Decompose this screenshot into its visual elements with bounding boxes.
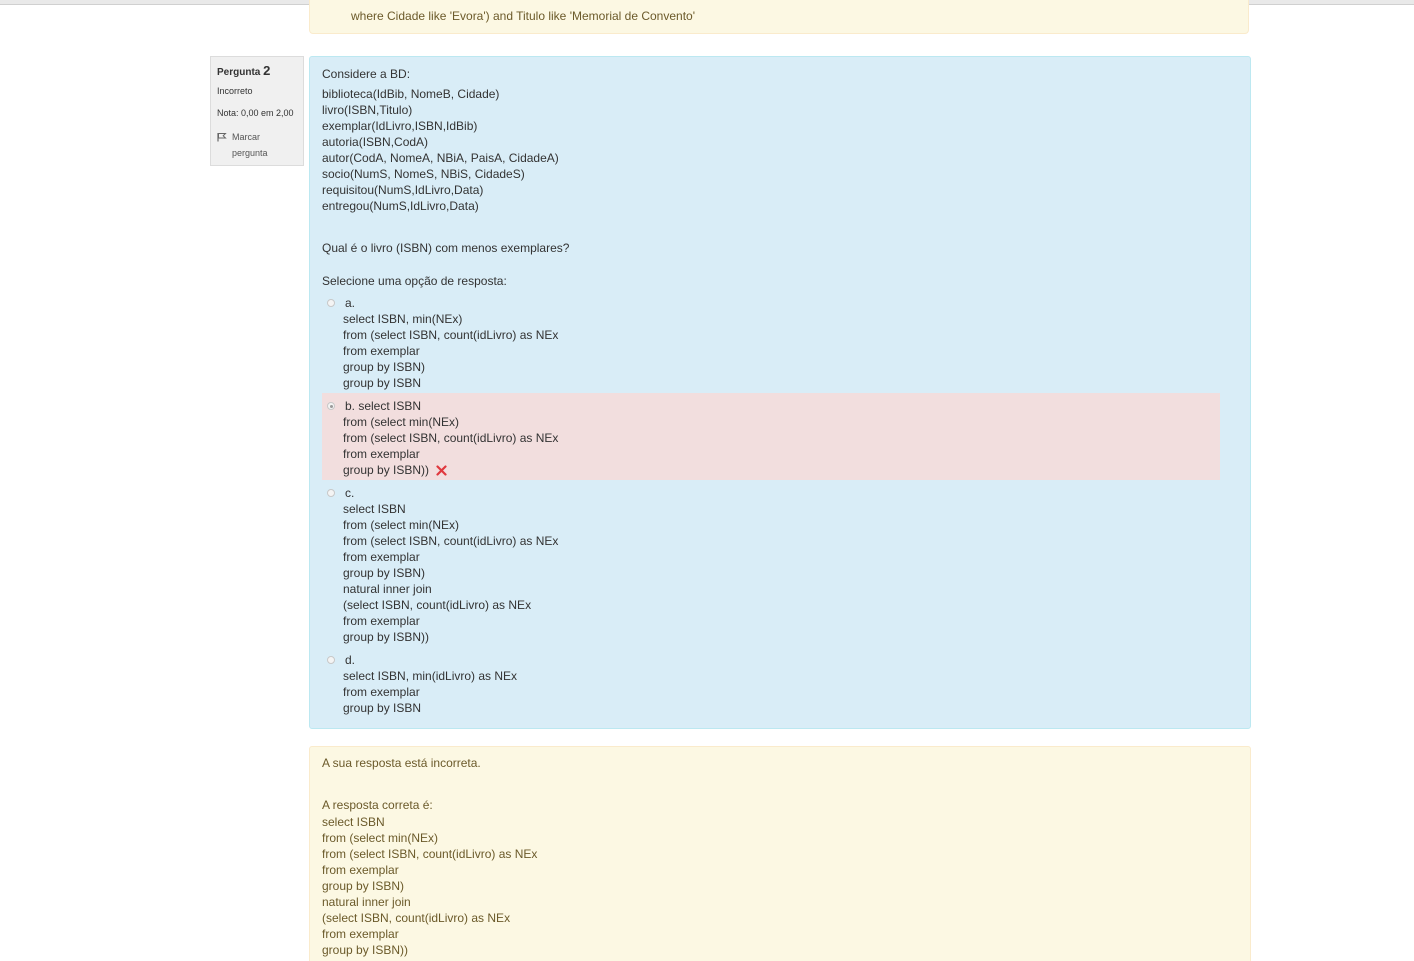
schema-line: autoria(ISBN,CodA)	[322, 135, 429, 149]
schema-line: socio(NumS, NomeS, NBiS, CidadeS)	[322, 167, 525, 181]
option-line: select ISBN, min(idLivro) as NEx	[343, 669, 518, 683]
question-state: Incorreto	[217, 86, 253, 96]
incorrect-x-icon	[436, 465, 447, 476]
question-intro: Considere a BD:	[322, 67, 411, 81]
option-line: from exemplar	[343, 550, 420, 564]
flag-label-line1: Marcar	[232, 132, 261, 142]
option-line: from (select min(NEx)	[343, 415, 460, 429]
option-line: group by ISBN)	[343, 360, 426, 374]
option-line: b. select ISBN	[345, 399, 422, 413]
right-answer-title: A resposta correta é:	[322, 798, 433, 812]
question-label: Pergunta	[217, 67, 261, 78]
schema-line: requisitou(NumS,IdLivro,Data)	[322, 183, 484, 197]
option-line: a.	[345, 296, 356, 310]
option-line: from (select ISBN, count(idLivro) as NEx	[343, 328, 559, 342]
answer-instruction: Selecione uma opção de resposta:	[322, 274, 507, 288]
option-line: c.	[345, 486, 355, 500]
right-answer-line: from exemplar	[322, 927, 399, 941]
right-answer-line: group by ISBN)	[322, 879, 405, 893]
option-line: group by ISBN))	[343, 463, 430, 477]
question-prompt-text: Qual é o livro (ISBN) com menos exemplar…	[322, 241, 570, 255]
option-line: (select ISBN, count(idLivro) as NEx	[343, 598, 532, 612]
question-info-panel: Pergunta 2 Incorreto Nota: 0,00 em 2,00 …	[210, 56, 304, 166]
option-line: group by ISBN)	[343, 566, 426, 580]
radio-option-d[interactable]	[327, 656, 335, 664]
option-line: from exemplar	[343, 685, 420, 699]
previous-question-feedback: where Cidade like 'Evora') and Titulo li…	[309, 0, 1249, 34]
question-outcome-feedback: A sua resposta está incorreta. A respost…	[309, 746, 1251, 961]
radio-option-c[interactable]	[327, 489, 335, 497]
schema-line: exemplar(IdLivro,ISBN,IdBib)	[322, 119, 478, 133]
flag-label-line2: pergunta	[232, 148, 268, 158]
option-line: from (select min(NEx)	[343, 518, 460, 532]
option-line: from exemplar	[343, 614, 420, 628]
option-line: from (select ISBN, count(idLivro) as NEx	[343, 534, 559, 548]
answer-option-b[interactable]: b. select ISBN from (select min(NEx) fro…	[322, 393, 1220, 480]
right-answer-line: from (select min(NEx)	[322, 831, 439, 845]
answer-option-c[interactable]: c. select ISBN from (select min(NEx) fro…	[322, 485, 1220, 645]
option-line: from exemplar	[343, 344, 420, 358]
schema-line: entregou(NumS,IdLivro,Data)	[322, 199, 479, 213]
right-answer-line: natural inner join	[322, 895, 411, 909]
right-answer-line: group by ISBN))	[322, 943, 409, 957]
answer-option-d[interactable]: d. select ISBN, min(idLivro) as NEx from…	[322, 652, 1220, 716]
option-line: group by ISBN))	[343, 630, 430, 644]
option-line: from exemplar	[343, 447, 420, 461]
radio-option-b[interactable]	[327, 402, 335, 410]
option-line: group by ISBN	[343, 376, 422, 390]
flag-question-link[interactable]: Marcar pergunta	[217, 129, 297, 161]
schema-line: biblioteca(IdBib, NomeB, Cidade)	[322, 87, 500, 101]
question-number-value: 2	[263, 63, 271, 78]
option-line: d.	[345, 653, 356, 667]
radio-option-a[interactable]	[327, 299, 335, 307]
previous-feedback-line: where Cidade like 'Evora') and Titulo li…	[351, 9, 695, 23]
right-answer-line: from exemplar	[322, 863, 399, 877]
right-answer-line: (select ISBN, count(idLivro) as NEx	[322, 911, 511, 925]
schema-line: autor(CodA, NomeA, NBiA, PaisA, CidadeA)	[322, 151, 559, 165]
question-grade: Nota: 0,00 em 2,00	[217, 108, 294, 118]
option-line: group by ISBN	[343, 701, 422, 715]
option-line: natural inner join	[343, 582, 432, 596]
schema-line: livro(ISBN,Titulo)	[322, 103, 413, 117]
right-answer-text: select ISBN from (select min(NEx) from (…	[322, 814, 537, 958]
option-line: from (select ISBN, count(idLivro) as NEx	[343, 431, 559, 445]
quiz-review-page: where Cidade like 'Evora') and Titulo li…	[0, 0, 1414, 961]
question-number: Pergunta 2	[217, 63, 297, 78]
right-answer-line: from (select ISBN, count(idLivro) as NEx	[322, 847, 538, 861]
right-answer-line: select ISBN	[322, 815, 385, 829]
question-text-block: Considere a BD: biblioteca(IdBib, NomeB,…	[322, 66, 559, 214]
answer-option-a[interactable]: a. select ISBN, min(NEx) from (select IS…	[322, 295, 1220, 391]
option-line: select ISBN	[343, 502, 406, 516]
flag-icon	[217, 133, 227, 142]
feedback-message: A sua resposta está incorreta.	[322, 756, 481, 770]
option-line: select ISBN, min(NEx)	[343, 312, 463, 326]
question-formulation: Considere a BD: biblioteca(IdBib, NomeB,…	[309, 56, 1251, 729]
